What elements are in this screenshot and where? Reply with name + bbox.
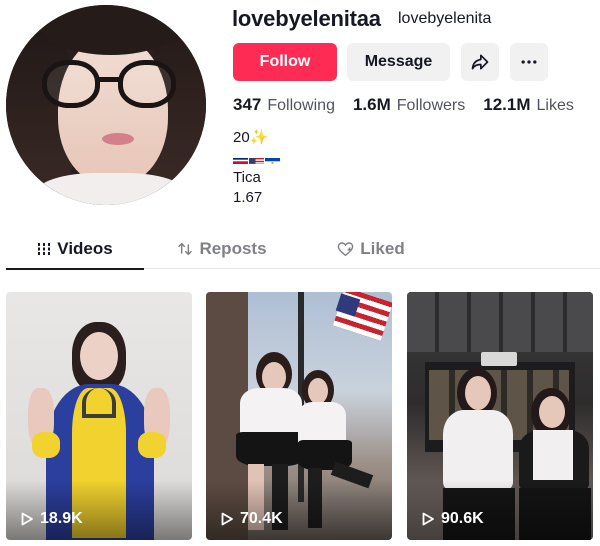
video-view-count: 18.9K [20,510,83,528]
el-salvador-flag [265,154,280,164]
grid-bars-icon [37,243,52,255]
likes-count: 12.1M [483,95,531,114]
likes-label: Likes [536,97,574,114]
share-button[interactable] [461,43,499,81]
tab-reposts[interactable]: Reposts [152,229,292,269]
video-thumbnail[interactable]: 18.9K [6,292,192,540]
video-views-label: 90.6K [441,510,484,527]
followers-count[interactable]: 1.6M [353,95,391,115]
follow-button[interactable]: Follow [233,43,337,81]
heart-outline-icon [338,242,354,257]
video-views-label: 18.9K [40,510,83,527]
bio-flags [233,148,280,168]
bio-line-height: 1.67 [233,189,263,206]
profile-username: lovebyelenitaa [232,6,381,31]
play-icon [221,512,233,526]
following-count[interactable]: 347 [233,95,261,115]
bio-line-country: Tica [233,169,261,186]
usa-flag [249,154,264,164]
profile-tabs: Videos Reposts Liked [6,229,600,270]
profile-bio: 20✨ Tica 1.67 [233,128,280,208]
more-options-button[interactable] [510,43,548,81]
tab-liked[interactable]: Liked [306,229,436,269]
profile-nickname: lovebyelenita [398,10,492,27]
repost-icon [178,242,193,256]
tab-liked-label: Liked [360,239,405,258]
play-icon [422,512,434,526]
play-icon [21,512,33,526]
costa-rica-flag [233,154,248,164]
bio-line-age: 20✨ [233,129,269,146]
video-thumbnail[interactable]: 70.4K [206,292,392,540]
share-arrow-icon [471,54,489,70]
following-label[interactable]: Following [267,97,335,115]
profile-stats: 347 Following 1.6M Followers 12.1M Likes [233,95,592,115]
more-dots-icon [521,60,537,64]
video-thumbnail[interactable]: 90.6K [407,292,593,540]
video-view-count: 70.4K [220,510,283,528]
tab-reposts-label: Reposts [199,239,267,258]
video-views-label: 70.4K [240,510,283,527]
followers-label[interactable]: Followers [397,97,465,115]
video-view-count: 90.6K [421,510,484,528]
message-button[interactable]: Message [347,43,450,81]
tab-videos-label: Videos [57,239,113,258]
profile-avatar[interactable] [6,5,206,205]
tab-videos[interactable]: Videos [6,229,144,270]
active-tab-indicator [6,268,144,270]
